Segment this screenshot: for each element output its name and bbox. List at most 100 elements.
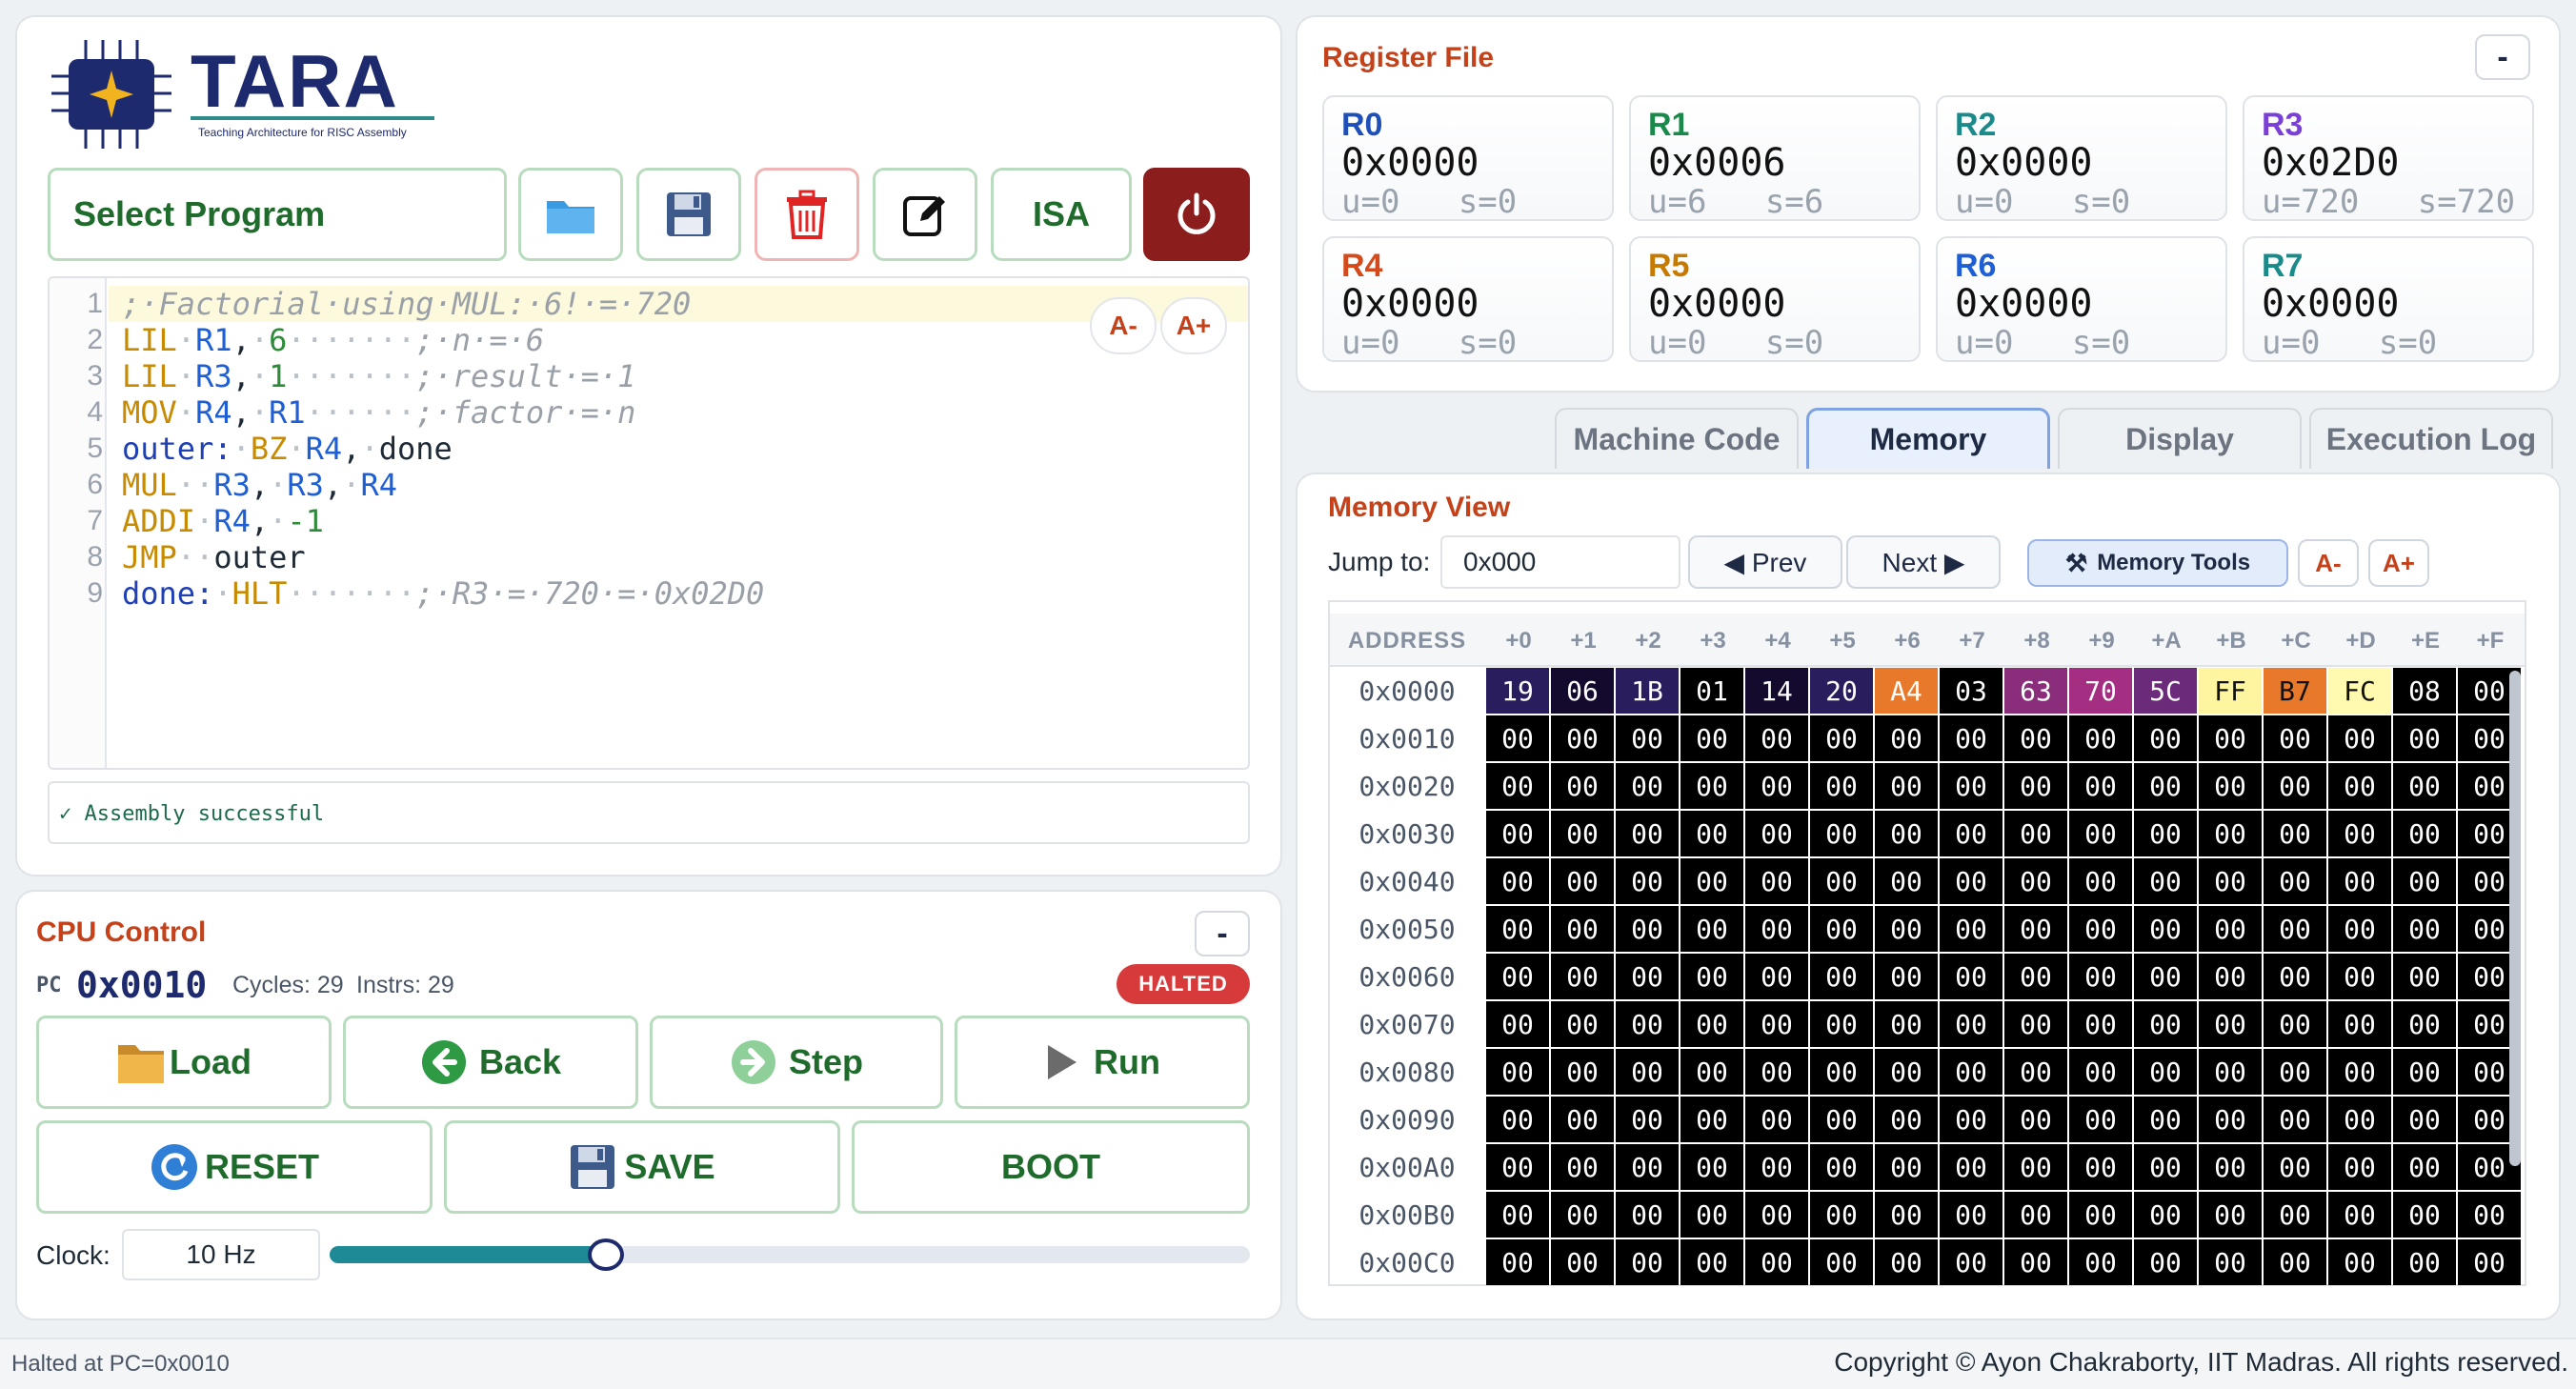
memory-byte-cell[interactable]: 08 — [2393, 668, 2456, 714]
memory-byte-cell[interactable]: 00 — [2004, 906, 2067, 952]
reset-button[interactable]: RESET — [36, 1120, 433, 1214]
memory-byte-cell[interactable]: 00 — [1875, 858, 1938, 904]
memory-byte-cell[interactable]: 00 — [2004, 1097, 2067, 1142]
memory-byte-cell[interactable]: 00 — [1680, 906, 1743, 952]
memory-byte-cell[interactable]: 00 — [2004, 1192, 2067, 1238]
memory-byte-cell[interactable]: 00 — [2393, 1144, 2456, 1190]
memory-byte-cell[interactable]: 03 — [1940, 668, 2002, 714]
memory-byte-cell[interactable]: 00 — [1875, 811, 1938, 856]
memory-byte-cell[interactable]: 00 — [2393, 715, 2456, 761]
tab-execution-log[interactable]: Execution Log — [2309, 408, 2553, 469]
memory-byte-cell[interactable]: 00 — [1616, 906, 1679, 952]
memory-byte-cell[interactable]: 00 — [2328, 811, 2391, 856]
memory-byte-cell[interactable]: 00 — [1616, 1097, 1679, 1142]
memory-byte-cell[interactable]: 00 — [2264, 715, 2326, 761]
delete-button[interactable] — [755, 168, 859, 261]
memory-byte-cell[interactable]: 00 — [2069, 811, 2132, 856]
memory-byte-cell[interactable]: 00 — [1745, 858, 1808, 904]
memory-byte-cell[interactable]: 00 — [2393, 1001, 2456, 1047]
memory-byte-cell[interactable]: 01 — [1680, 668, 1743, 714]
back-button[interactable]: Back — [343, 1016, 638, 1109]
memory-byte-cell[interactable]: 00 — [1551, 1001, 1614, 1047]
memory-byte-cell[interactable]: 00 — [1551, 715, 1614, 761]
memory-byte-cell[interactable]: 00 — [1745, 954, 1808, 999]
memory-byte-cell[interactable]: 00 — [2069, 1192, 2132, 1238]
memory-byte-cell[interactable]: 00 — [2004, 811, 2067, 856]
memory-byte-cell[interactable]: 00 — [1940, 1001, 2002, 1047]
memory-byte-cell[interactable]: 00 — [2199, 906, 2262, 952]
memory-byte-cell[interactable]: 00 — [1551, 1144, 1614, 1190]
code-line[interactable]: LIL·R3,·1·······;·result·=·1 — [122, 358, 635, 394]
memory-byte-cell[interactable]: 00 — [1486, 1144, 1549, 1190]
memory-byte-cell[interactable]: 00 — [1486, 811, 1549, 856]
memory-byte-cell[interactable]: 00 — [1875, 954, 1938, 999]
memory-byte-cell[interactable]: 00 — [1616, 1049, 1679, 1095]
memory-font-decrease-button[interactable]: A- — [2298, 539, 2359, 587]
memory-byte-cell[interactable]: 00 — [1680, 1097, 1743, 1142]
memory-byte-cell[interactable]: FC — [2328, 668, 2391, 714]
memory-byte-cell[interactable]: 20 — [1810, 668, 1873, 714]
font-decrease-button[interactable]: A- — [1090, 297, 1157, 354]
memory-byte-cell[interactable]: 00 — [1940, 1049, 2002, 1095]
memory-byte-cell[interactable]: 00 — [1486, 1192, 1549, 1238]
select-program-dropdown[interactable]: Select Program — [48, 168, 507, 261]
memory-byte-cell[interactable]: 00 — [1810, 715, 1873, 761]
memory-byte-cell[interactable]: 00 — [2393, 954, 2456, 999]
memory-byte-cell[interactable]: 00 — [1745, 763, 1808, 809]
memory-byte-cell[interactable]: 00 — [1940, 906, 2002, 952]
memory-byte-cell[interactable]: 00 — [2199, 1049, 2262, 1095]
boot-button[interactable]: BOOT — [852, 1120, 1250, 1214]
memory-scrollbar[interactable] — [2509, 671, 2521, 1166]
memory-byte-cell[interactable]: 00 — [1616, 1239, 1679, 1285]
memory-byte-cell[interactable]: 00 — [1810, 1144, 1873, 1190]
memory-byte-cell[interactable]: 00 — [2134, 1192, 2197, 1238]
memory-byte-cell[interactable]: 00 — [1745, 1192, 1808, 1238]
memory-byte-cell[interactable]: 00 — [1486, 1239, 1549, 1285]
memory-byte-cell[interactable]: 00 — [1940, 954, 2002, 999]
memory-byte-cell[interactable]: 00 — [1551, 1049, 1614, 1095]
code-line[interactable]: LIL·R1,·6·······;·n·=·6 — [122, 322, 544, 358]
memory-byte-cell[interactable]: 00 — [1680, 811, 1743, 856]
font-increase-button[interactable]: A+ — [1160, 297, 1227, 354]
memory-byte-cell[interactable]: 00 — [1616, 954, 1679, 999]
memory-byte-cell[interactable]: 00 — [1486, 954, 1549, 999]
memory-byte-cell[interactable]: 00 — [2069, 906, 2132, 952]
memory-byte-cell[interactable]: 00 — [1551, 763, 1614, 809]
memory-byte-cell[interactable]: 00 — [1875, 1049, 1938, 1095]
memory-byte-cell[interactable]: 00 — [1551, 1097, 1614, 1142]
memory-byte-cell[interactable]: 00 — [1486, 1049, 1549, 1095]
memory-byte-cell[interactable]: 00 — [2199, 1192, 2262, 1238]
memory-byte-cell[interactable]: 00 — [2393, 906, 2456, 952]
memory-byte-cell[interactable]: 00 — [2264, 906, 2326, 952]
memory-byte-cell[interactable]: 00 — [2328, 1144, 2391, 1190]
memory-byte-cell[interactable]: 00 — [2004, 715, 2067, 761]
memory-byte-cell[interactable]: 00 — [1810, 1049, 1873, 1095]
jump-address-input[interactable]: 0x000 — [1440, 535, 1680, 589]
memory-byte-cell[interactable]: 00 — [2134, 1239, 2197, 1285]
power-button[interactable] — [1143, 168, 1250, 261]
code-line[interactable]: MOV·R4,·R1······;·factor·=·n — [122, 394, 635, 431]
memory-byte-cell[interactable]: 00 — [2264, 811, 2326, 856]
memory-byte-cell[interactable]: 00 — [1680, 1144, 1743, 1190]
load-button[interactable]: Load — [36, 1016, 332, 1109]
memory-byte-cell[interactable]: 00 — [2264, 1049, 2326, 1095]
memory-byte-cell[interactable]: 00 — [1616, 1192, 1679, 1238]
edit-button[interactable] — [873, 168, 977, 261]
memory-byte-cell[interactable]: 00 — [1680, 1001, 1743, 1047]
save-file-button[interactable] — [636, 168, 741, 261]
memory-byte-cell[interactable]: 00 — [2328, 1049, 2391, 1095]
memory-byte-cell[interactable]: 00 — [1810, 858, 1873, 904]
memory-byte-cell[interactable]: 00 — [2134, 906, 2197, 952]
memory-byte-cell[interactable]: 00 — [2134, 811, 2197, 856]
memory-byte-cell[interactable]: 00 — [1745, 906, 1808, 952]
memory-byte-cell[interactable]: 00 — [1940, 763, 2002, 809]
memory-byte-cell[interactable]: 00 — [1486, 763, 1549, 809]
memory-byte-cell[interactable]: 00 — [2199, 1239, 2262, 1285]
memory-byte-cell[interactable]: 00 — [2264, 1144, 2326, 1190]
memory-byte-cell[interactable]: 00 — [2328, 858, 2391, 904]
memory-byte-cell[interactable]: 00 — [1875, 1001, 1938, 1047]
memory-byte-cell[interactable]: 00 — [2004, 1001, 2067, 1047]
prev-page-button[interactable]: ◀ Prev — [1688, 535, 1842, 589]
memory-byte-cell[interactable]: 00 — [2328, 906, 2391, 952]
code-line[interactable]: JMP··outer — [122, 539, 306, 575]
